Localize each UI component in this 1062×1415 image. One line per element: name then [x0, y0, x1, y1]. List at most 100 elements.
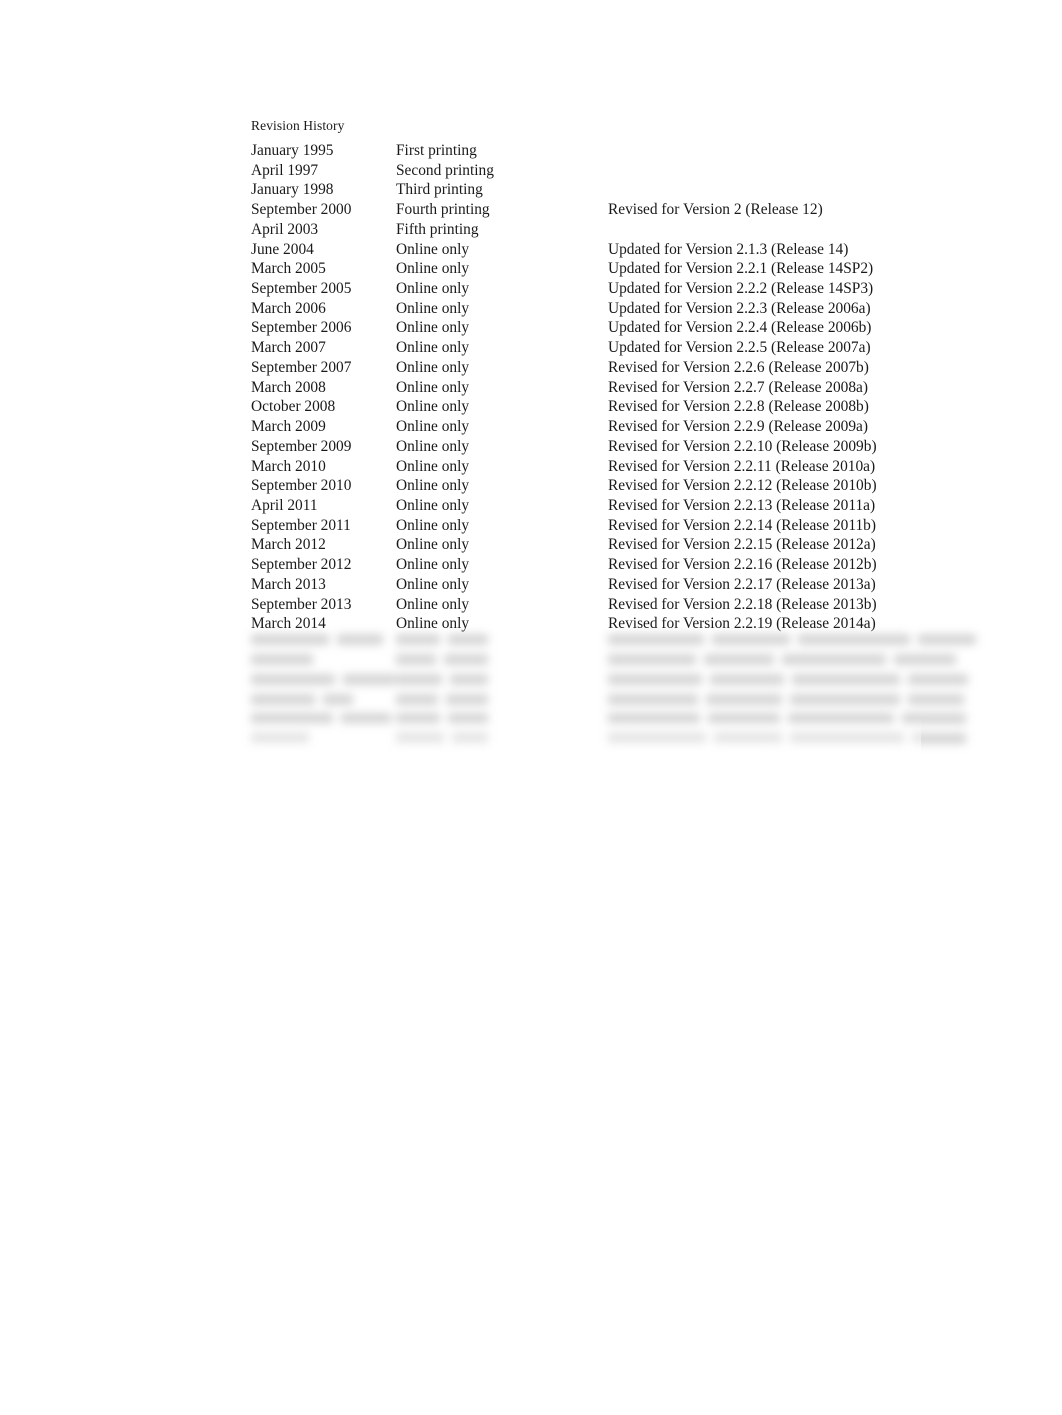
redacted-cell [396, 650, 496, 670]
redacted-text-bar [446, 693, 488, 705]
redacted-text-bar [251, 713, 333, 725]
redacted-text-bar [798, 634, 910, 646]
redacted-text-bar [251, 654, 313, 666]
redacted-text-bar [714, 732, 782, 744]
table-row: March 2007 Online only Updated for Version… [251, 338, 911, 358]
revision-description: Updated for Version 2.2.5 (Release 2007a… [608, 339, 871, 357]
redacted-text-bar [337, 634, 383, 646]
redacted-text-bar [448, 634, 488, 646]
revision-description [608, 220, 911, 240]
table-row: April 2011 Online only Revised for Version… [251, 496, 911, 516]
revision-date: April 2003 [251, 220, 319, 238]
redacted-text-bar [251, 732, 309, 744]
table-row: September 2005 Online only Updated for Ver… [251, 279, 911, 299]
table-row: March 2013 Online only Revised for Version… [251, 575, 911, 595]
revision-printing: Online only [396, 556, 470, 574]
redacted-text-bar [790, 693, 900, 705]
redacted-text-bar [343, 673, 395, 685]
redacted-blur-layer [251, 630, 976, 780]
revision-printing: Online only [396, 457, 470, 475]
redacted-cell [251, 729, 317, 749]
redacted-row [251, 689, 964, 709]
revision-date: June 2004 [251, 240, 314, 258]
table-row: October 2008 Online only Revised for Versi… [251, 397, 911, 417]
revision-description: Revised for Version 2.2.16 (Release 2012… [608, 556, 877, 574]
table-row: March 2009 Online only Revised for Version… [251, 417, 911, 437]
redacted-text-bar [251, 693, 315, 705]
redacted-text-bar [792, 673, 900, 685]
redacted-text-bar [448, 713, 488, 725]
revision-printing: Online only [396, 536, 470, 554]
redacted-text-bar [251, 673, 335, 685]
redacted-text-bar [608, 654, 696, 666]
revision-date: September 2006 [251, 319, 352, 337]
redacted-text-bar [608, 634, 704, 646]
redacted-row [251, 729, 966, 749]
revision-printing: Online only [396, 477, 470, 495]
document-page: Revision History January 1995 First print… [0, 0, 1062, 1415]
table-row: September 2000 Fourth printing Revised for… [251, 200, 911, 220]
revision-printing: Online only [396, 358, 470, 376]
redacted-text-bar [444, 654, 488, 666]
redacted-text-bar [396, 654, 436, 666]
revision-printing: Online only [396, 437, 470, 455]
revision-date: September 2013 [251, 595, 352, 613]
revision-printing: Fourth printing [396, 201, 490, 219]
revision-description: Updated for Version 2.1.3 (Release 14) [608, 240, 849, 258]
revision-printing: Online only [396, 398, 470, 416]
revision-date: March 2005 [251, 260, 326, 278]
table-row: June 2004 Online only Updated for Version … [251, 240, 911, 260]
revision-description [608, 161, 911, 181]
revision-description: Revised for Version 2.2.7 (Release 2008a… [608, 378, 869, 396]
table-row: January 1995 First printing [251, 141, 911, 161]
revision-description: Revised for Version 2.2.14 (Release 2011… [608, 516, 876, 534]
table-row: September 2006 Online only Updated for Ver… [251, 318, 911, 338]
revision-date: March 2010 [251, 457, 326, 475]
revision-description [608, 141, 911, 161]
revision-date: April 1997 [251, 161, 319, 179]
redacted-text-bar [708, 713, 780, 725]
revision-date: March 2013 [251, 575, 326, 593]
revision-description: Revised for Version 2.2.12 (Release 2010… [608, 477, 877, 495]
revision-date: March 2008 [251, 378, 326, 396]
revision-date: March 2006 [251, 299, 326, 317]
redacted-text-bar [450, 673, 488, 685]
revision-date: September 2010 [251, 477, 352, 495]
redacted-text-bar [452, 732, 488, 744]
revision-date: March 2014 [251, 615, 326, 633]
revision-printing: Online only [396, 418, 470, 436]
revision-description: Updated for Version 2.2.3 (Release 2006a… [608, 299, 871, 317]
redacted-cell [396, 669, 496, 689]
revision-printing: Online only [396, 240, 470, 258]
table-row: September 2012 Online only Revised for Ver… [251, 555, 911, 575]
revision-description: Revised for Version 2.2.17 (Release 2013… [608, 575, 876, 593]
table-row: April 2003 Fifth printing [251, 220, 911, 240]
redacted-text-bar [894, 654, 956, 666]
redacted-cell [608, 709, 974, 729]
redacted-text-bar [608, 713, 700, 725]
redacted-cell [396, 729, 496, 749]
revision-printing: Online only [396, 496, 470, 514]
revision-date: September 2007 [251, 358, 352, 376]
redacted-text-bar [902, 713, 966, 725]
redacted-cell [251, 709, 399, 729]
redacted-fade-mask [241, 630, 921, 780]
revision-printing: Online only [396, 575, 470, 593]
revision-date: April 2011 [251, 496, 318, 514]
revision-date: September 2012 [251, 556, 352, 574]
table-row: September 2009 Online only Revised for Ver… [251, 437, 911, 457]
redacted-cell [608, 729, 974, 749]
redacted-text-bar [608, 693, 698, 705]
redacted-text-bar [908, 673, 968, 685]
revision-description: Revised for Version 2.2.18 (Release 2013… [608, 595, 877, 613]
table-row: September 2013 Online only Revised for Ver… [251, 595, 911, 615]
redacted-text-bar [396, 713, 440, 725]
table-row: March 2014 Online only Revised for Version… [251, 614, 911, 634]
redacted-text-bar [396, 693, 438, 705]
redacted-row [251, 650, 956, 670]
redacted-text-bar [396, 634, 440, 646]
redacted-rows-block [241, 630, 976, 780]
revision-printing: Online only [396, 319, 470, 337]
redacted-text-bar [341, 713, 391, 725]
revision-printing: Second printing [396, 161, 494, 179]
